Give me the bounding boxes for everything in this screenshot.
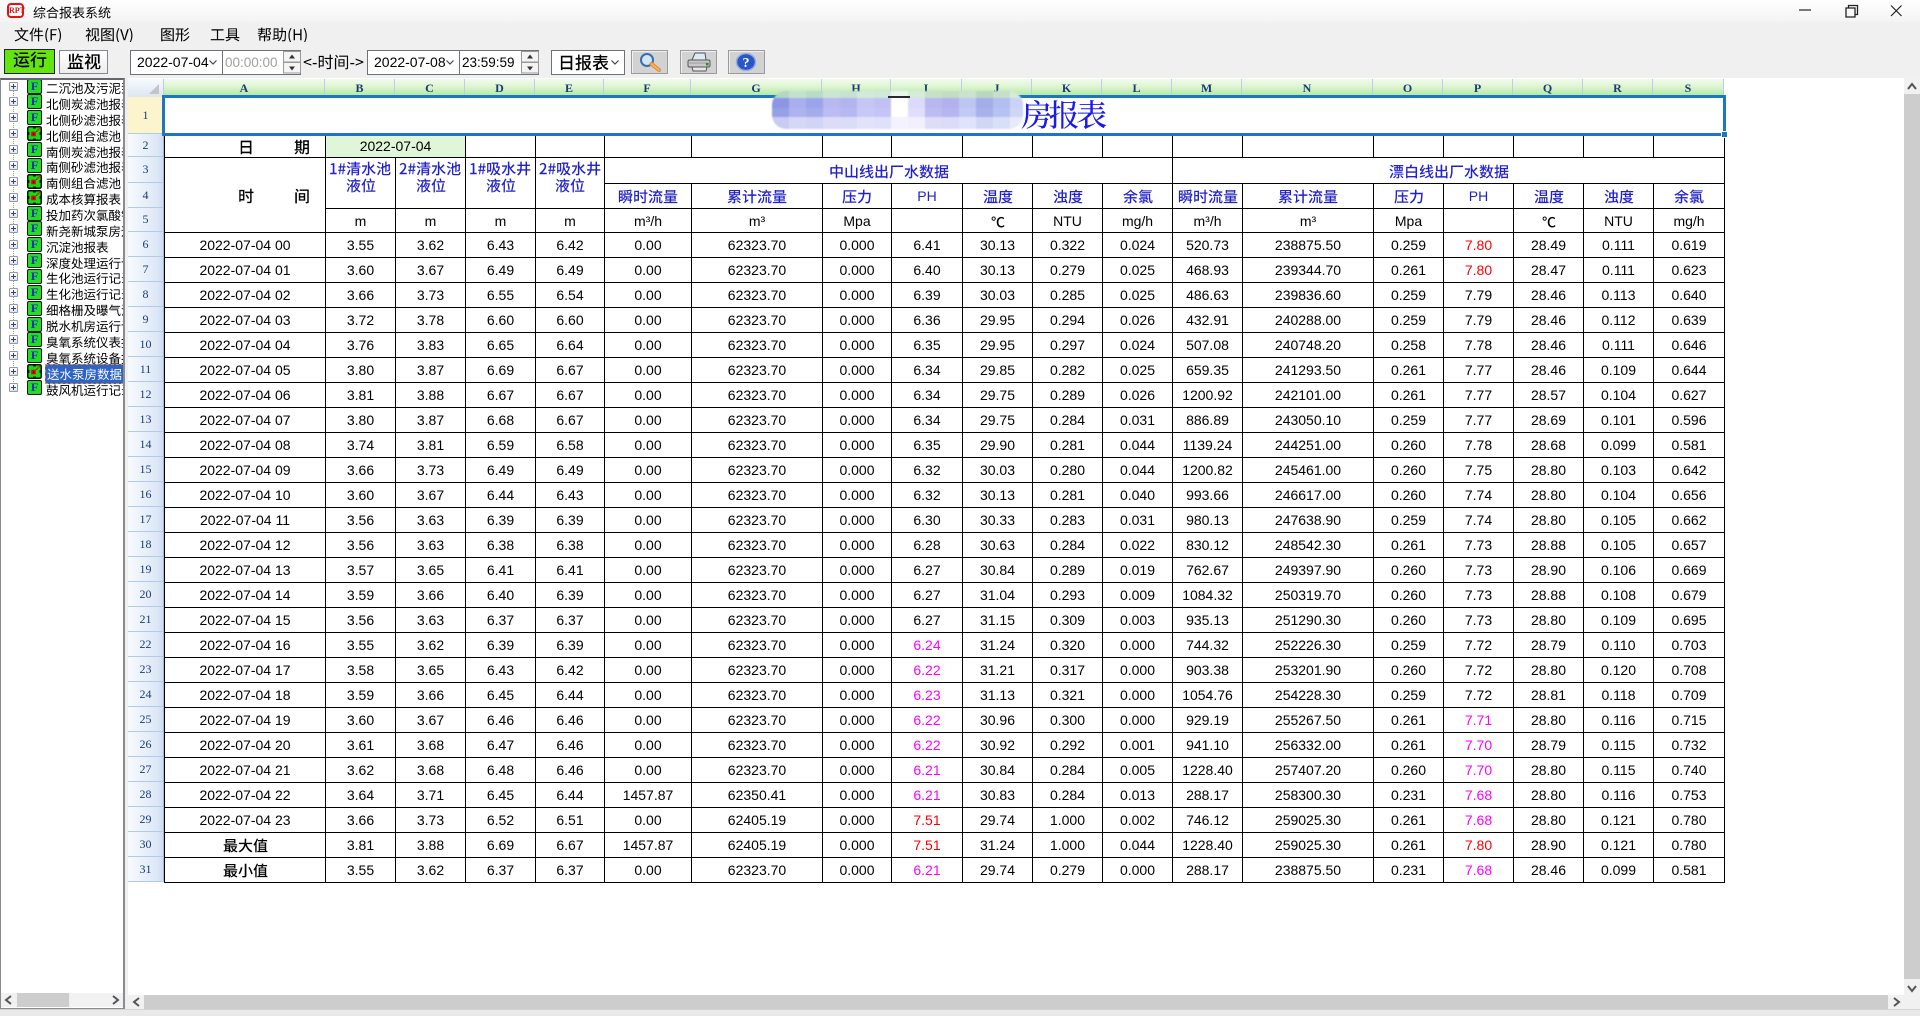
svg-text:?: ? — [743, 56, 750, 71]
